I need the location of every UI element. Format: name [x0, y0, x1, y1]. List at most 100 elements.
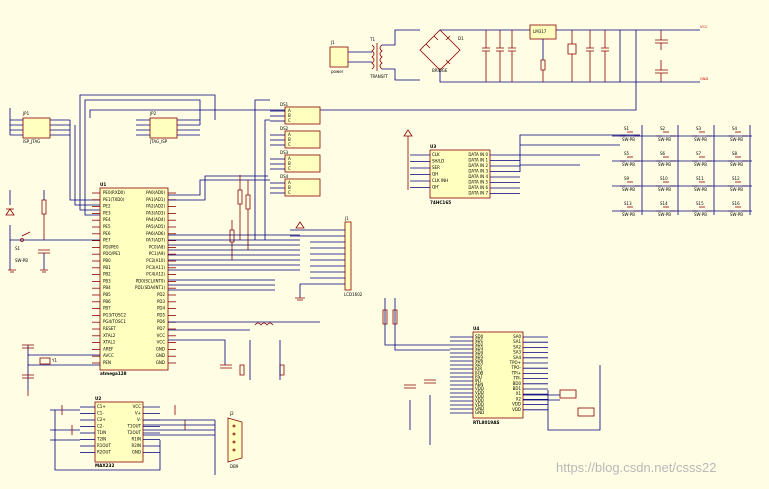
- mcu-left-pin-label: PB1: [103, 265, 111, 270]
- segment-box-ref: DS2: [280, 126, 289, 131]
- key-ref: S12: [732, 176, 740, 181]
- max232-right-pin-label: V+: [135, 411, 141, 416]
- db9-body: [227, 417, 243, 463]
- rtl8019-name: RTL8019AS: [473, 420, 499, 425]
- hc165-right-pin-label: DATA IN 7: [468, 191, 488, 196]
- key-matrix: S1 SW-PB S2 SW-PB S3 SW-PB S4 SW-PB S5 SW-PB S6 SW-…: [612, 125, 752, 217]
- key-ref: S11: [696, 176, 704, 181]
- key-name: SW-PB: [730, 212, 743, 217]
- mcu-left-pin-label: AREF: [103, 346, 114, 351]
- transformer-ref: T1: [369, 37, 375, 42]
- mcu-left-pin-label: XTAL2: [103, 333, 116, 338]
- power-jack-ref: J1: [330, 40, 335, 45]
- schematic-svg: J1 power T1 TRANSFT D1 BRIDGE LM317 VCC …: [5, 24, 752, 475]
- hc165-left-pin-label: SH/LD: [432, 159, 444, 164]
- mcu-right-pin-label: PC1(A9): [149, 251, 166, 256]
- max232-right-pin-label: VCC: [133, 404, 142, 409]
- key-ref: S1: [624, 126, 630, 131]
- reset-switch-name: SW-PB: [15, 258, 28, 263]
- gnd-label-1: GND: [700, 77, 708, 81]
- db9-ref: J2: [229, 411, 234, 416]
- hc165-ref: U3: [430, 144, 436, 149]
- hc165-right-pin-label: DATA IN 0: [468, 152, 488, 157]
- mcu-right-pin-label: PA7(AD7): [146, 238, 165, 243]
- key-ref: S14: [660, 201, 668, 206]
- key-name: SW-PB: [658, 212, 671, 217]
- key-name: SW-PB: [730, 187, 743, 192]
- max232-right-pin-label: V-: [137, 417, 142, 422]
- mcu-left-pin-label: PE7: [103, 238, 111, 243]
- max232-right-pin-label: T1OUT: [126, 424, 141, 429]
- hc165-right-pin-label: DATA IN 5: [468, 180, 488, 185]
- key-name: SW-PB: [694, 162, 707, 167]
- power-jack-name: power: [331, 69, 344, 74]
- segment-box-ref: DS4: [280, 174, 289, 179]
- key-name: SW-PB: [622, 162, 635, 167]
- key-ref: S9: [624, 176, 630, 181]
- vcc-label-1: VCC: [700, 25, 708, 29]
- mcu-ref: U1: [100, 182, 106, 187]
- hc165-left-pin-label: QH: [432, 172, 438, 177]
- power-supply-section: J1 power T1 TRANSFT D1 BRIDGE LM317 VCC …: [89, 24, 708, 118]
- rs232-max232: U2 MAX232 C1+ C1-C2+ C2-T1IN T2INR1OUT R2OUT…: [50, 396, 216, 475]
- mcu-right-pin-label: GND: [156, 360, 165, 365]
- isp-header-ref: JP1: [22, 111, 30, 116]
- lcd-ref: J1: [344, 216, 349, 221]
- key-ref: S8: [732, 151, 738, 156]
- segment-box-ref: DS3: [280, 150, 289, 155]
- db9-connector: J2 DB9: [227, 411, 243, 469]
- mcu-left-pin-label: PE1(TXD0): [103, 197, 125, 202]
- max232-right-pin-label: GND: [132, 450, 141, 455]
- max232-left-pin-label: T1IN: [96, 430, 106, 435]
- ethernet-crystal: [577, 407, 595, 417]
- mcu-left-pin-label: XTAL1: [103, 340, 116, 345]
- mcu-left-pin-label: PE3: [103, 210, 111, 215]
- hc165-right-pin-label: DATA IN 1: [468, 158, 488, 163]
- bridge-rectifier: D1 BRIDGE: [419, 29, 464, 73]
- key-ref: S16: [732, 201, 740, 206]
- key-name: SW-PB: [658, 137, 671, 142]
- power-jack: [329, 46, 349, 68]
- mcu-left-pin-label: PB2: [103, 272, 111, 277]
- schematic-canvas: J1 power T1 TRANSFT D1 BRIDGE LM317 VCC …: [0, 0, 769, 484]
- mcu-left-pin-label: PE5: [103, 224, 111, 229]
- hc165-right-pin-label: DATA IN 3: [468, 169, 488, 174]
- reset-circuit: S1 SW-PB: [5, 190, 100, 270]
- key-ref: S2: [660, 126, 666, 131]
- max232-right-pin-label: R2IN: [132, 443, 142, 448]
- key-name: SW-PB: [730, 137, 743, 142]
- key-name: SW-PB: [658, 187, 671, 192]
- mcu-right-pin-label: PD0(SCL/INT0): [136, 278, 166, 283]
- mcu-right-pin-label: PC2(A10): [146, 258, 165, 263]
- mcu-left-pin-label: PE6: [103, 231, 111, 236]
- transformer: T1 TRANSFT: [369, 37, 389, 79]
- hc165-left-pin-label: QH': [432, 185, 439, 190]
- hc165-right-pin-label: DATA IN 4: [468, 174, 488, 179]
- max232-left-pin-label: R1OUT: [97, 443, 111, 448]
- mcu-right-pin-label: VCC: [157, 333, 166, 338]
- mcu-right-pin-label: PA4(AD4): [146, 217, 165, 222]
- mcu-left-pin-label: PG3/TOSC2: [103, 312, 126, 317]
- jtag-header-name: JTAG_ISP: [149, 139, 168, 144]
- key-ref: S4: [732, 126, 738, 131]
- rtl8019-ref: U4: [473, 326, 479, 331]
- lm317-name: LM317: [533, 29, 547, 34]
- rtl-right-pin-label: VDD: [512, 407, 521, 412]
- max232-left-pin-label: R2OUT: [97, 450, 111, 455]
- segment-pin-label: C: [288, 142, 291, 147]
- mcu-left-pin-label: RESET: [103, 326, 116, 331]
- mcu-right-pin-label: VCC: [157, 340, 166, 345]
- mcu-right-pin-label: PA6(AD6): [146, 231, 165, 236]
- mcu-right-pin-label: PA3(AD3): [146, 210, 165, 215]
- mcu-right-pin-label: PC0(A8): [149, 244, 166, 249]
- jtag-header-ref: JP2: [149, 111, 157, 116]
- db9-name: DB9: [230, 464, 239, 469]
- mcu-right-pin-label: PA1(AD1): [146, 197, 165, 202]
- key-name: SW-PB: [694, 212, 707, 217]
- segment-box-ref: DS1: [280, 102, 289, 107]
- key-name: SW-PB: [694, 137, 707, 142]
- max232-left-pin-label: C2+: [97, 417, 106, 422]
- lcd-connector: J1 LCD1602: [290, 216, 363, 301]
- key-name: SW-PB: [622, 137, 635, 142]
- segment-pin-label: C: [288, 166, 291, 171]
